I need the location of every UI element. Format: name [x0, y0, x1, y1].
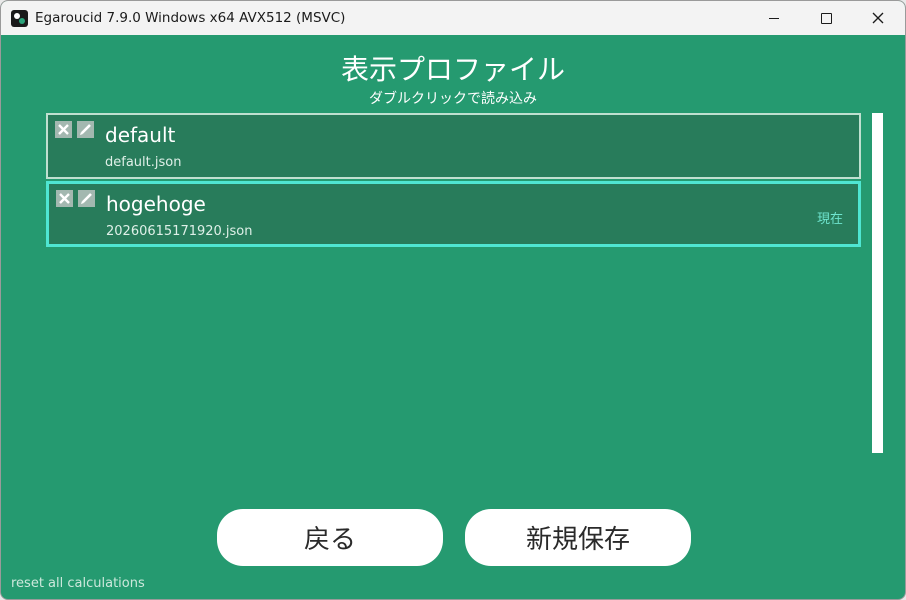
app-window: Egaroucid 7.9.0 Windows x64 AVX512 (MSVC…: [0, 0, 906, 600]
close-icon: [872, 12, 884, 24]
pencil-icon[interactable]: [78, 190, 95, 207]
delete-icon[interactable]: [55, 121, 72, 138]
profile-name: hogehoge: [106, 192, 206, 216]
title-bar: Egaroucid 7.9.0 Windows x64 AVX512 (MSVC…: [1, 1, 905, 35]
reset-calculations-link[interactable]: reset all calculations: [11, 576, 145, 591]
back-button[interactable]: 戻る: [217, 509, 443, 566]
page-title: 表示プロファイル: [340, 53, 565, 86]
minimize-icon: [769, 17, 779, 19]
profile-filename: 20260615171920.json: [106, 224, 253, 239]
profile-filename: default.json: [105, 155, 182, 170]
profile-card-hogehoge[interactable]: hogehoge 20260615171920.json 現在: [46, 181, 861, 247]
profile-card-default[interactable]: default default.json: [46, 113, 861, 179]
page-subtitle: ダブルクリックで読み込み: [369, 91, 537, 107]
delete-icon[interactable]: [56, 190, 73, 207]
app-logo-icon: [11, 10, 28, 27]
scrollbar[interactable]: [872, 113, 883, 453]
window-title: Egaroucid 7.9.0 Windows x64 AVX512 (MSVC…: [35, 10, 346, 26]
profile-name: default: [105, 123, 176, 147]
current-badge: 現在: [816, 212, 843, 227]
pencil-icon[interactable]: [77, 121, 94, 138]
save-new-button[interactable]: 新規保存: [465, 509, 691, 566]
minimize-button[interactable]: [751, 1, 797, 35]
maximize-button[interactable]: [803, 1, 849, 35]
maximize-icon: [820, 12, 832, 24]
close-button[interactable]: [855, 1, 901, 35]
